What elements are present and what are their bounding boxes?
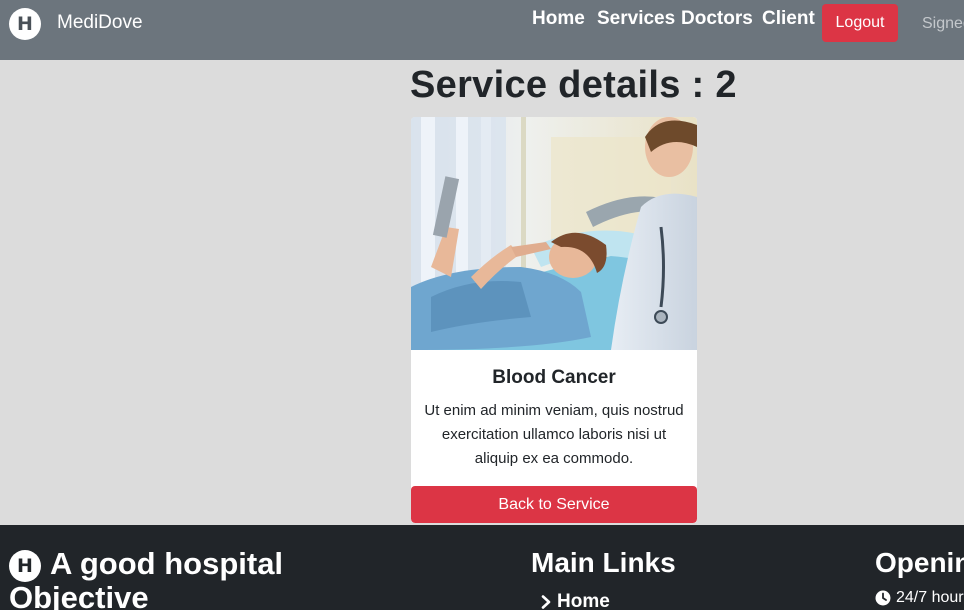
chevron-right-icon	[541, 595, 551, 609]
hospital-logo-icon[interactable]: H	[9, 8, 41, 40]
opening-heading: Opening	[875, 547, 964, 578]
nav-link-services[interactable]: Services	[597, 8, 675, 30]
opening-hours-text: 24/7 hours	[896, 589, 964, 606]
nav-link-doctors[interactable]: Doctors	[681, 8, 753, 30]
card-description: Ut enim ad minim veniam, quis nostrud ex…	[424, 402, 684, 467]
brand-logo-letter: H	[17, 12, 33, 35]
nav-link-home[interactable]: Home	[532, 8, 585, 30]
brand-name[interactable]: MediDove	[57, 12, 143, 34]
page-title: Service details : 2	[410, 64, 737, 106]
opening-hours: 24/7 hours	[875, 589, 964, 607]
footer-logo-letter: H	[17, 554, 33, 577]
navbar: H MediDove Home Services Doctors Client …	[0, 0, 964, 60]
clock-icon	[875, 590, 891, 606]
nav-link-client[interactable]: Client	[762, 8, 815, 30]
card-title: Blood Cancer	[492, 367, 616, 388]
hospital-logo-icon: H	[9, 550, 41, 582]
service-image	[411, 117, 697, 350]
service-card: Blood Cancer Ut enim ad minim veniam, qu…	[411, 117, 697, 523]
logout-button[interactable]: Logout	[822, 4, 898, 42]
back-to-service-button[interactable]: Back to Service	[411, 486, 697, 523]
main-links-heading: Main Links	[531, 547, 676, 578]
footer-link-label: Home	[557, 591, 610, 610]
footer-link-home[interactable]: Home	[541, 591, 610, 610]
footer: A good hospital Objective H Main Links H…	[0, 525, 964, 610]
signed-in-text: Signed	[922, 15, 964, 32]
footer-title: A good hospital Objective	[9, 546, 284, 610]
